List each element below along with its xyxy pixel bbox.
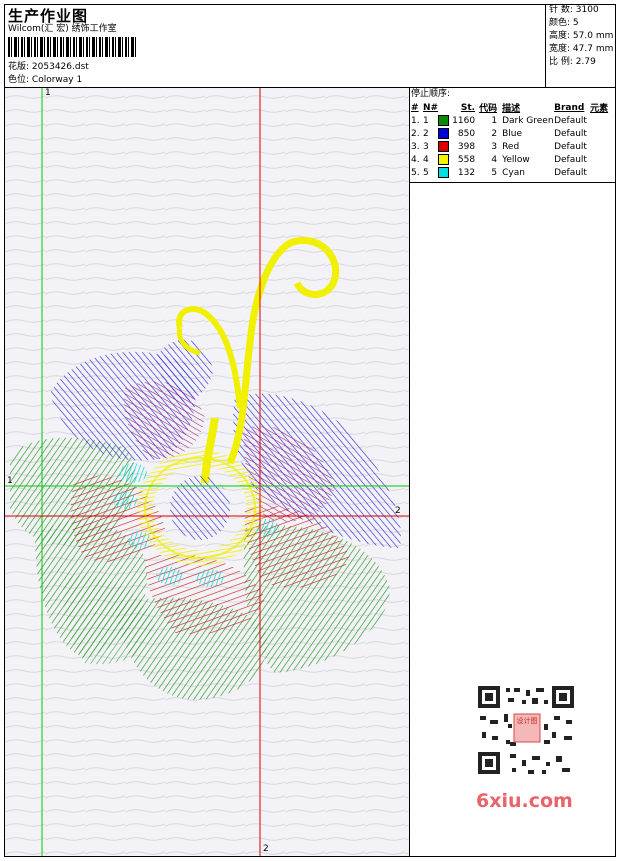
qr-code: 设计图 — [470, 680, 582, 780]
company-name: Wilcom(汇 宏) 绣饰工作室 — [8, 24, 117, 34]
table-row: 4. 4 558 4 Yellow Default — [411, 154, 587, 165]
barcode — [8, 37, 138, 57]
stats-panel: 针 数: 3100 颜色: 5 高度: 57.0 mm 宽度: 47.7 mm … — [549, 5, 613, 68]
file-label: 花版: — [8, 62, 30, 72]
table-row: 2. 2 850 2 Blue Default — [411, 128, 587, 139]
color-swatch — [438, 141, 450, 152]
qr-stamp-text: 设计图 — [516, 717, 538, 725]
axis-marker-green-left: 1 — [7, 476, 13, 486]
table-row: 3. 3 398 3 Red Default — [411, 141, 587, 152]
embroidery-preview — [5, 88, 409, 856]
stat-height: 高度: 57.0 mm — [549, 31, 614, 41]
file-name: 2053426.dst — [31, 62, 89, 72]
panel-divider — [409, 87, 410, 857]
axis-marker-green-top: 1 — [45, 88, 51, 98]
stat-colors: 颜色: 5 — [549, 18, 579, 28]
colorway-label: 色位: — [8, 75, 30, 85]
axis-marker-red-bottom: 2 — [263, 844, 269, 854]
stop-sequence-table: # N# St. 代码 描述 Brand 元素 1. 1 1160 1 Dark G… — [411, 101, 615, 179]
design-canvas: 1 1 2 2 — [5, 88, 409, 856]
color-swatch — [438, 154, 450, 165]
page-title: 生产作业图 — [8, 7, 89, 25]
file-info: 花版: 2053426.dst — [8, 62, 89, 73]
color-swatch — [438, 115, 450, 126]
table-row: 1. 1 1160 1 Dark Green Default — [411, 115, 587, 126]
stats-divider — [545, 4, 546, 87]
table-row: 5. 5 132 5 Cyan Default — [411, 167, 587, 178]
stat-width: 宽度: 47.7 mm — [549, 44, 614, 54]
table-divider — [409, 182, 616, 183]
stat-scale: 比 例: 2.79 — [549, 57, 596, 67]
site-logo: 6xiu.com — [476, 790, 573, 812]
stat-stitches: 针 数: 3100 — [549, 5, 599, 15]
colorway-info: 色位: Colorway 1 — [8, 75, 82, 86]
stop-sequence-title: 停止顺序: — [411, 89, 451, 99]
table-header-row: # N# St. 代码 描述 Brand 元素 — [411, 102, 609, 115]
color-swatch — [438, 167, 450, 178]
axis-marker-red-right: 2 — [395, 506, 401, 516]
color-swatch — [438, 128, 450, 139]
colorway-name: Colorway 1 — [31, 75, 83, 85]
